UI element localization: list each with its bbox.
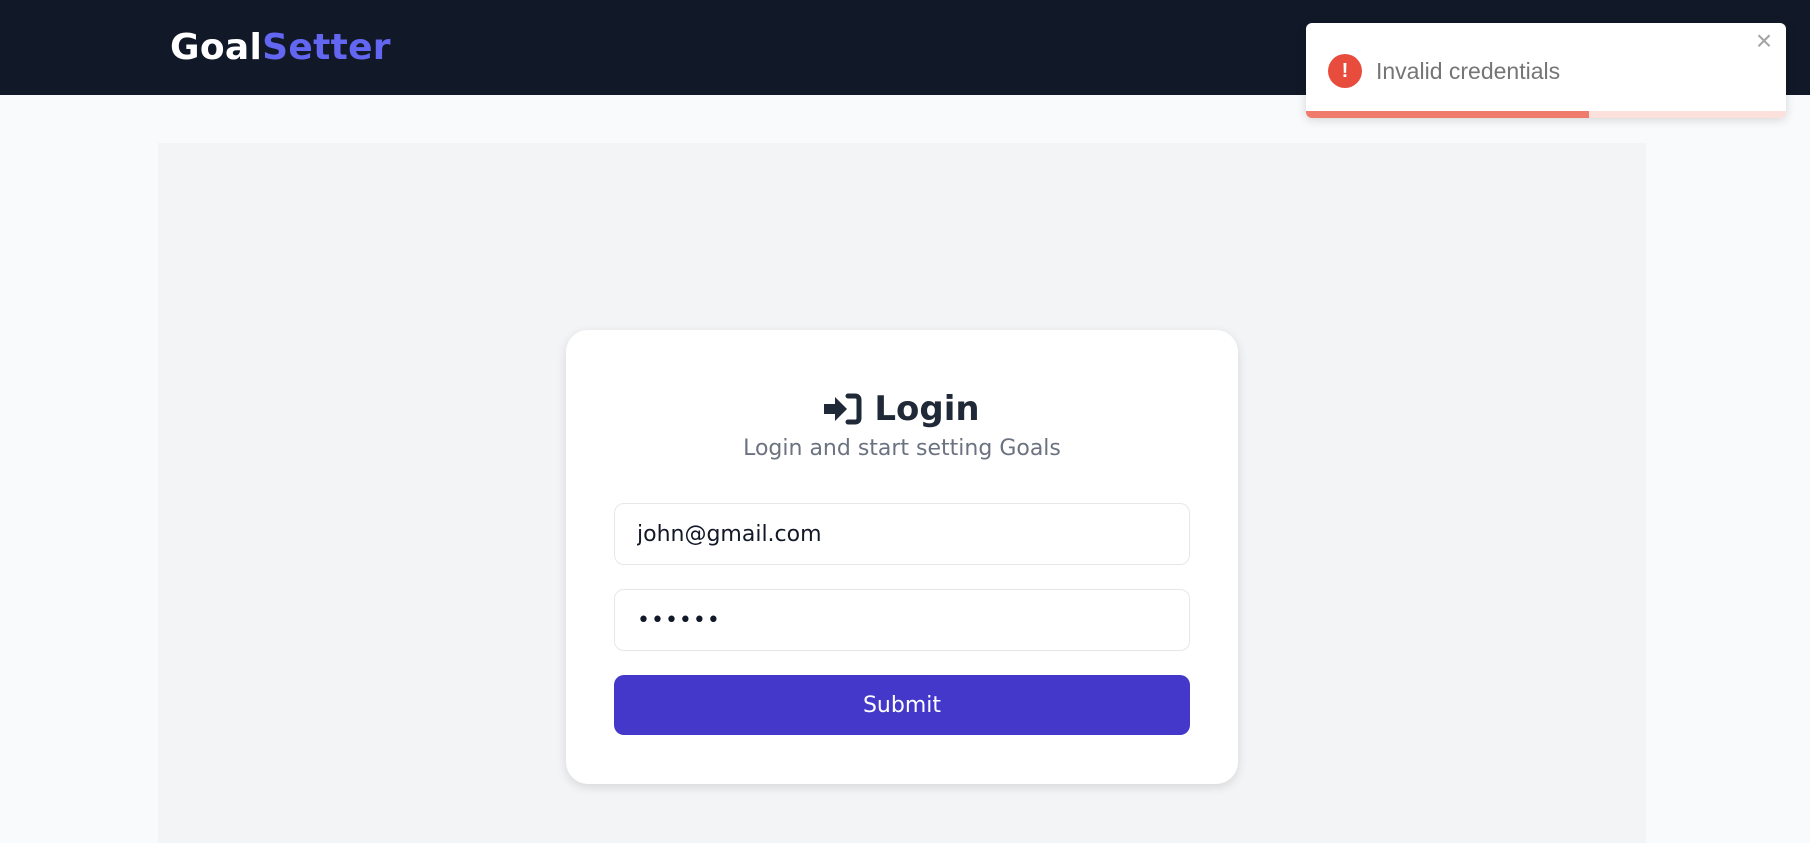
close-icon[interactable]: × xyxy=(1752,27,1776,55)
brand-part-setter: Setter xyxy=(262,27,391,68)
brand-logo[interactable]: GoalSetter xyxy=(170,25,391,71)
error-toast[interactable]: ! Invalid credentials × xyxy=(1306,23,1786,118)
error-alert-icon: ! xyxy=(1328,54,1362,88)
toast-message: Invalid credentials xyxy=(1376,58,1561,84)
email-input[interactable] xyxy=(614,503,1190,565)
toast-progress-bar xyxy=(1306,111,1590,118)
sign-in-icon xyxy=(824,393,862,425)
page-subtitle: Login and start setting Goals xyxy=(743,436,1061,461)
toast-progress-track xyxy=(1306,111,1786,118)
login-heading: Login xyxy=(566,384,1238,434)
password-input[interactable] xyxy=(614,589,1190,651)
login-card: Login Login and start setting Goals Subm… xyxy=(566,330,1238,784)
brand-part-goal: Goal xyxy=(170,27,263,68)
submit-button[interactable]: Submit xyxy=(614,675,1190,735)
page-title: Login xyxy=(874,389,980,429)
